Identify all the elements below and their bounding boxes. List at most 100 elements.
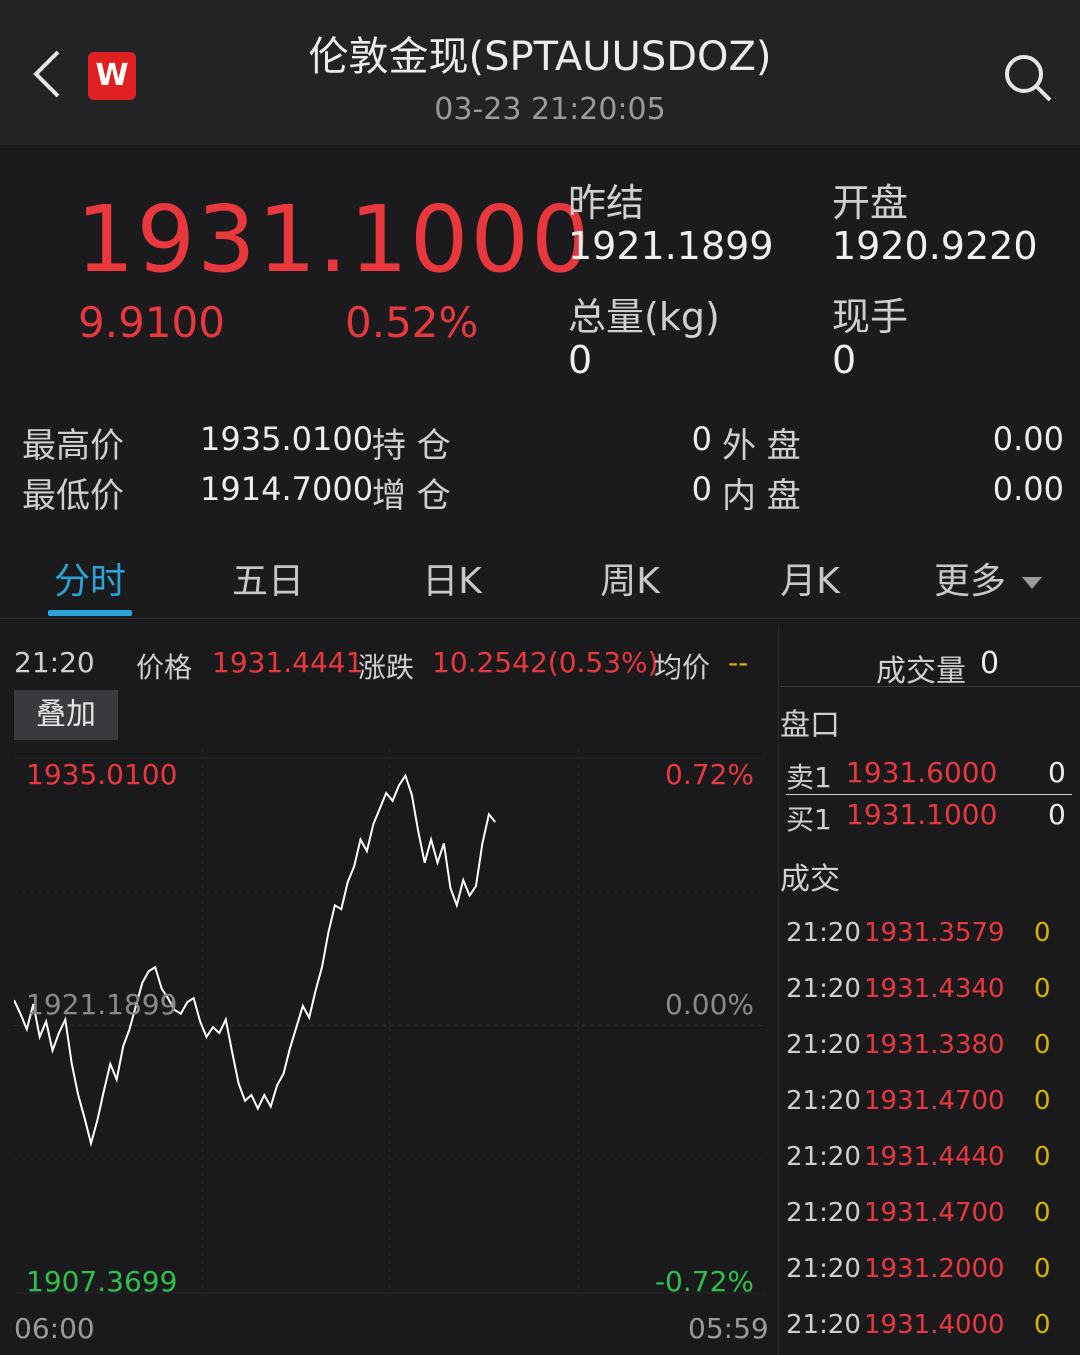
- trade-row: 21:20 1931.3579 0: [786, 918, 1076, 974]
- bid-ask-divider: [786, 794, 1072, 795]
- trade-time: 21:20: [786, 974, 861, 1004]
- intraday-chart[interactable]: 1935.0100 1921.1899 1907.3699 0.72% 0.00…: [14, 748, 766, 1303]
- trade-time: 21:20: [786, 1142, 861, 1172]
- ask-price: 1931.6000: [846, 756, 998, 789]
- inner-label: 内 盘: [722, 476, 801, 516]
- chart-change-value: 10.2542(0.53%): [432, 646, 659, 679]
- volume-value: 0: [568, 338, 593, 382]
- pct-axis-mid-label: 0.00%: [665, 988, 754, 1021]
- trade-price: 1931.3579: [864, 918, 1005, 948]
- panel-divider: [778, 628, 779, 1355]
- trade-volume: 0: [1034, 1142, 1051, 1172]
- high-label: 最高价: [22, 426, 124, 466]
- trade-time: 21:20: [786, 918, 861, 948]
- y-axis-top-label: 1935.0100: [26, 758, 177, 791]
- trade-price: 1931.4440: [864, 1142, 1005, 1172]
- x-axis-start-label: 06:00: [14, 1312, 95, 1345]
- volume-title-value: 0: [980, 646, 1000, 681]
- open-label: 开盘: [832, 181, 909, 225]
- chart-avg-label: 均价: [654, 651, 711, 684]
- chart-change-label: 涨跌: [358, 651, 415, 684]
- trade-row: 21:20 1931.4000 0: [786, 1310, 1076, 1355]
- inner-value: 0.00: [992, 470, 1064, 508]
- tab-intraday[interactable]: 分时: [40, 552, 140, 604]
- tab-five-day[interactable]: 五日: [218, 552, 318, 604]
- trade-time: 21:20: [786, 1030, 861, 1060]
- low-label: 最低价: [22, 476, 124, 516]
- ask-volume: 0: [1048, 756, 1066, 789]
- pct-axis-bottom-label: -0.72%: [655, 1265, 754, 1298]
- trade-volume: 0: [1034, 1310, 1051, 1340]
- chart-price-value: 1931.4441: [212, 646, 364, 679]
- trade-time: 21:20: [786, 1310, 861, 1340]
- outer-label: 外 盘: [722, 426, 801, 466]
- oi-change-value: 0: [691, 470, 712, 508]
- trade-volume: 0: [1034, 1254, 1051, 1284]
- trade-row: 21:20 1931.4340 0: [786, 974, 1076, 1030]
- y-axis-bottom-label: 1907.3699: [26, 1265, 177, 1298]
- trade-price: 1931.4340: [864, 974, 1005, 1004]
- trade-volume: 0: [1034, 1086, 1051, 1116]
- trade-volume: 0: [1034, 974, 1051, 1004]
- trade-volume: 0: [1034, 1198, 1051, 1228]
- orderbook-title: 盘口: [780, 708, 840, 743]
- last-price: 1931.1000: [76, 186, 592, 293]
- current-hand-label: 现手: [832, 295, 909, 339]
- trade-price: 1931.4000: [864, 1310, 1005, 1340]
- price-change-percent: 0.52%: [345, 298, 479, 347]
- chart-avg-value: --: [728, 646, 749, 679]
- tab-more[interactable]: 更多: [934, 552, 1044, 604]
- trade-row: 21:20 1931.4440 0: [786, 1142, 1076, 1198]
- volume-divider: [780, 686, 1080, 687]
- search-icon[interactable]: [1000, 50, 1056, 106]
- active-tab-indicator: [48, 610, 132, 616]
- open-interest-value: 0: [691, 420, 712, 458]
- oi-change-label: 增 仓: [372, 476, 451, 516]
- trade-price: 1931.4700: [864, 1198, 1005, 1228]
- trade-price: 1931.4700: [864, 1086, 1005, 1116]
- trade-time: 21:20: [786, 1086, 861, 1116]
- trade-row: 21:20 1931.3380 0: [786, 1030, 1076, 1086]
- volume-title: 成交量: [876, 654, 966, 689]
- trade-volume: 0: [1034, 1030, 1051, 1060]
- price-line: [14, 773, 497, 1148]
- trades-title: 成交: [780, 862, 840, 897]
- trade-price: 1931.2000: [864, 1254, 1005, 1284]
- open-value: 1920.9220: [832, 224, 1038, 268]
- tabs-divider: [0, 618, 1080, 619]
- trade-time: 21:20: [786, 1198, 861, 1228]
- trade-row: 21:20 1931.2000 0: [786, 1254, 1076, 1310]
- prev-settle-label: 昨结: [568, 181, 645, 225]
- trade-volume: 0: [1034, 918, 1051, 948]
- trade-price: 1931.3380: [864, 1030, 1005, 1060]
- chart-grid: [14, 748, 766, 1303]
- app-logo: W: [88, 52, 136, 100]
- price-change: 9.9100: [78, 298, 225, 347]
- bid-price: 1931.1000: [846, 798, 998, 831]
- ask-label: 卖1: [786, 761, 832, 794]
- tab-daily-k[interactable]: 日K: [402, 552, 502, 604]
- bid-label: 买1: [786, 803, 832, 836]
- prev-settle-value: 1921.1899: [568, 224, 774, 268]
- back-chevron-icon[interactable]: [28, 48, 68, 100]
- tab-more-label: 更多: [934, 561, 1007, 602]
- pct-axis-top-label: 0.72%: [665, 758, 754, 791]
- triangle-down-icon: [1022, 577, 1043, 589]
- bid-volume: 0: [1048, 798, 1066, 831]
- quote-timestamp: 03-23 21:20:05: [434, 92, 666, 127]
- trade-row: 21:20 1931.4700 0: [786, 1198, 1076, 1254]
- trade-time: 21:20: [786, 1254, 861, 1284]
- overlay-button[interactable]: 叠加: [14, 690, 118, 740]
- trades-list: 21:20 1931.3579 0 21:20 1931.4340 0 21:2…: [786, 918, 1076, 1355]
- volume-label: 总量(kg): [568, 295, 720, 339]
- x-axis-end-label: 05:59: [688, 1312, 769, 1345]
- open-interest-label: 持 仓: [372, 426, 451, 466]
- low-value: 1914.7000: [200, 470, 374, 508]
- chart-cursor-time: 21:20: [14, 646, 95, 679]
- high-value: 1935.0100: [200, 420, 374, 458]
- tab-monthly-k[interactable]: 月K: [760, 552, 860, 604]
- tab-weekly-k[interactable]: 周K: [580, 552, 680, 604]
- outer-value: 0.00: [992, 420, 1064, 458]
- chart-price-label: 价格: [136, 651, 193, 684]
- y-axis-mid-label: 1921.1899: [26, 988, 177, 1021]
